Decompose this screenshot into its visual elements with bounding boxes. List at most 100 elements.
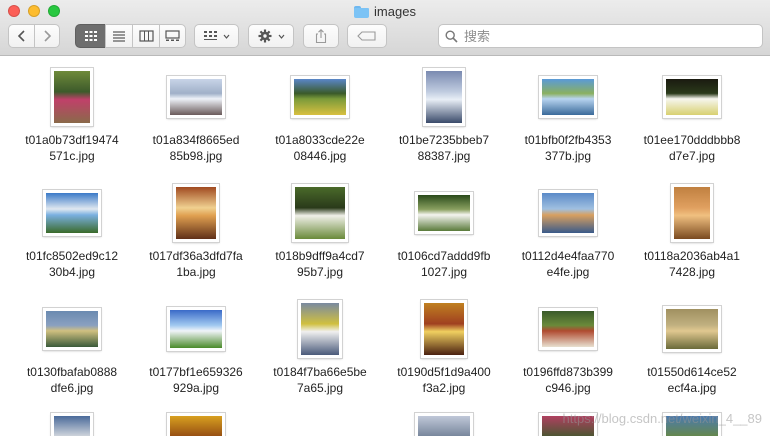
file-name-line-2: 571c.jpg (49, 149, 95, 163)
back-button[interactable] (8, 24, 34, 48)
file-item[interactable]: t0112d4e4faa770 e4fe.jpg (508, 181, 628, 297)
file-item[interactable]: t0177bf1e659326 929a.jpg (136, 297, 256, 413)
file-item[interactable]: t01be7235bbeb7 88387.jpg (384, 65, 504, 181)
thumbnail[interactable] (539, 190, 597, 236)
folder-icon (354, 5, 370, 18)
file-name-line-1: t0190d5f1d9a400 (397, 365, 491, 379)
file-name: t0112d4e4faa770 e4fe.jpg (508, 248, 628, 280)
file-name-line-1: t017df36a3dfd7fa (149, 249, 243, 263)
thumbnail[interactable] (51, 413, 93, 436)
file-name-line-1: t0106cd7addd9fb (397, 249, 491, 263)
file-item[interactable]: t01bfb0f2fb4353 377b.jpg (508, 65, 628, 181)
thumbnail[interactable] (539, 76, 597, 118)
toolbar: images (0, 0, 770, 56)
chevron-left-icon (17, 30, 25, 42)
thumbnail[interactable] (663, 306, 721, 352)
share-button[interactable] (303, 24, 339, 48)
file-item[interactable]: t01ee170dddbbb8 d7e7.jpg (632, 65, 752, 181)
thumbnail-image (176, 187, 216, 239)
file-name-line-1: t0130fbafab0888 (26, 365, 118, 379)
thumbnail[interactable] (663, 76, 721, 118)
thumbnail[interactable] (292, 184, 348, 242)
thumbnail-image (46, 311, 98, 347)
thumbnail[interactable] (167, 307, 225, 351)
file-name-line-1: t01bfb0f2fb4353 (524, 133, 612, 147)
thumbnail[interactable] (421, 300, 467, 358)
columns-icon (138, 30, 154, 42)
thumbnail-image (170, 310, 222, 348)
file-name: t0130fbafab0888 dfe6.jpg (12, 364, 132, 396)
file-item[interactable]: t0184f7ba66e5be 7a65.jpg (260, 297, 380, 413)
thumbnail-image (170, 79, 222, 115)
thumbnail[interactable] (167, 413, 225, 436)
search-input[interactable] (464, 28, 754, 44)
thumbnail[interactable] (173, 184, 219, 242)
thumbnail-image (426, 71, 462, 123)
thumbnail[interactable] (298, 300, 342, 358)
file-name-line-2: dfe6.jpg (50, 381, 94, 395)
thumbnail-image (666, 79, 718, 115)
thumbnail-image (170, 416, 222, 436)
thumbnail[interactable] (671, 184, 713, 242)
forward-button[interactable] (34, 24, 60, 48)
file-name: t0118a2036ab4a1 7428.jpg (632, 248, 752, 280)
tag-button[interactable] (347, 24, 387, 48)
thumbnail-image (666, 309, 718, 349)
file-item[interactable]: t01a8033cde22e 08446.jpg (260, 65, 380, 181)
file-name-line-1: t018b9dff9a4cd7 (275, 249, 365, 263)
thumbnail-image (54, 71, 90, 123)
file-item[interactable]: t0130fbafab0888 dfe6.jpg (12, 297, 132, 413)
thumbnail[interactable] (43, 190, 101, 236)
thumbnail[interactable] (423, 68, 465, 126)
list-view-button[interactable] (105, 24, 132, 48)
file-item[interactable]: t0118a2036ab4a1 7428.jpg (632, 181, 752, 297)
gear-icon (258, 29, 271, 43)
file-item[interactable]: t017df36a3dfd7fa 1ba.jpg (136, 181, 256, 297)
file-name: t017df36a3dfd7fa 1ba.jpg (136, 248, 256, 280)
chevron-down-icon (223, 34, 229, 39)
column-view-button[interactable] (132, 24, 159, 48)
thumbnail[interactable] (291, 76, 349, 118)
file-name: t01a8033cde22e 08446.jpg (260, 132, 380, 164)
file-item[interactable]: t01550d614ce52 ecf4a.jpg (632, 297, 752, 413)
group-by-group (194, 24, 239, 48)
file-item[interactable]: t01fc8502ed9c12 30b4.jpg (12, 181, 132, 297)
file-item[interactable]: t01a0b73df19474 571c.jpg (12, 65, 132, 181)
file-name-line-1: t0196ffd873b399 (523, 365, 613, 379)
finder-window: images 搜索 t01a0b73df19474 571c.jpg t01a8… (0, 0, 770, 436)
file-name: t01a834f8665ed 85b98.jpg (136, 132, 256, 164)
file-item[interactable]: t018b9dff9a4cd7 95b7.jpg (260, 181, 380, 297)
file-item[interactable]: t0190d5f1d9a400 f3a2.jpg (384, 297, 504, 413)
search-field[interactable] (438, 24, 763, 48)
thumbnail[interactable] (167, 76, 225, 118)
thumbnail[interactable] (539, 308, 597, 350)
icon-view-button[interactable] (75, 24, 105, 48)
file-name: t0184f7ba66e5be 7a65.jpg (260, 364, 380, 396)
file-name-line-2: 30b4.jpg (48, 265, 96, 279)
file-item[interactable]: t0196ffd873b399 c946.jpg (508, 297, 628, 413)
gallery-view-button[interactable] (159, 24, 186, 48)
file-name-line-2: 85b98.jpg (169, 149, 223, 163)
file-item[interactable]: t0106cd7addd9fb 1027.jpg (384, 181, 504, 297)
thumbnail[interactable] (415, 192, 473, 234)
chevron-right-icon (44, 30, 52, 42)
file-name-line-2: e4fe.jpg (546, 265, 590, 279)
file-name-line-1: t01550d614ce52 (647, 365, 737, 379)
list-icon (113, 31, 125, 42)
file-name-line-2: d7e7.jpg (668, 149, 716, 163)
file-name-line-2: 929a.jpg (172, 381, 220, 395)
group-by-button[interactable] (194, 24, 239, 48)
thumbnail[interactable] (43, 308, 101, 350)
gallery-icon (165, 30, 180, 41)
action-button[interactable] (248, 24, 294, 48)
thumbnail[interactable] (51, 68, 93, 126)
thumbnail-image (542, 311, 594, 347)
file-name: t01be7235bbeb7 88387.jpg (384, 132, 504, 164)
thumbnail[interactable] (415, 413, 473, 436)
file-name-line-2: 7a65.jpg (296, 381, 344, 395)
file-name-line-1: t0184f7ba66e5be (273, 365, 367, 379)
file-name: t01a0b73df19474 571c.jpg (12, 132, 132, 164)
file-item[interactable]: t01a834f8665ed 85b98.jpg (136, 65, 256, 181)
action-group (248, 24, 294, 48)
file-name-line-2: 1027.jpg (420, 265, 468, 279)
